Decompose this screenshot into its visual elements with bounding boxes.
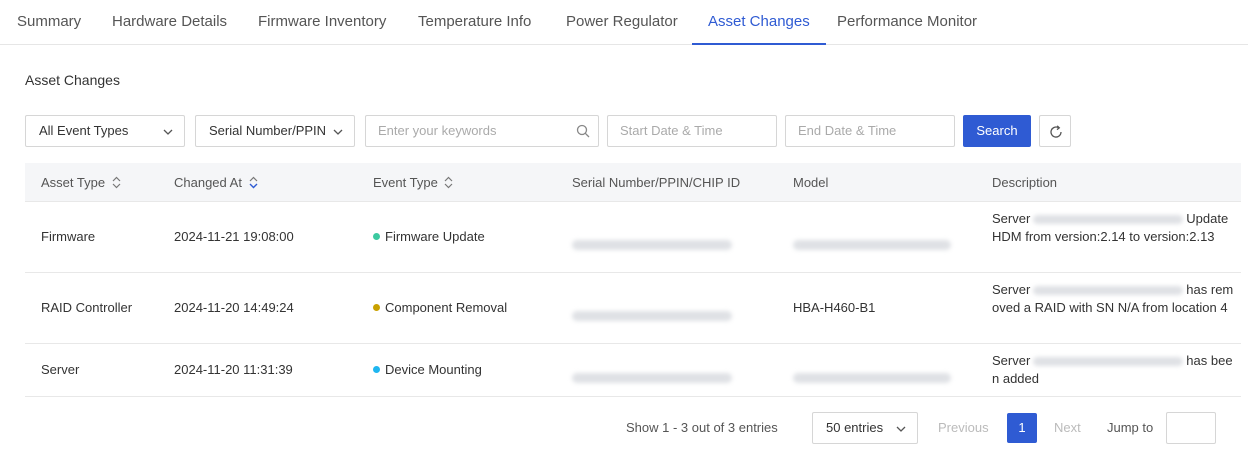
- desc-prefix: Server: [992, 353, 1031, 368]
- next-page-button[interactable]: Next: [1054, 420, 1081, 435]
- col-event-type[interactable]: Event Type: [373, 163, 453, 202]
- start-datetime-placeholder: Start Date & Time: [620, 123, 723, 138]
- chevron-down-icon: [163, 129, 173, 135]
- col-serial: Serial Number/PPIN/CHIP ID: [572, 175, 741, 190]
- table-row: RAID Controller 2024-11-20 14:49:24 Comp…: [25, 273, 1241, 344]
- sort-icon[interactable]: [444, 176, 453, 189]
- desc-prefix: Server: [992, 282, 1031, 297]
- pagination-summary: Show 1 - 3 out of 3 entries: [626, 420, 778, 435]
- tab-firmware-inventory[interactable]: Firmware Inventory: [258, 0, 386, 44]
- event-type-label: Component Removal: [385, 300, 508, 315]
- description-cell: Server Update HDM from version:2.14 to ve…: [992, 210, 1238, 246]
- changed-at-cell: 2024-11-21 19:08:00: [174, 229, 294, 244]
- description-cell: Server has removed a RAID with SN N/A fro…: [992, 281, 1238, 317]
- chevron-down-icon: [333, 129, 343, 135]
- changed-at-cell: 2024-11-20 14:49:24: [174, 300, 294, 315]
- col-event-type-label: Event Type: [373, 175, 438, 190]
- table-header: Asset Type Changed At Event Type Serial …: [25, 163, 1241, 202]
- event-type-label: Firmware Update: [385, 229, 485, 244]
- serial-cell-redacted: [572, 236, 732, 251]
- keyword-search-input[interactable]: Enter your keywords: [365, 115, 599, 147]
- refresh-button[interactable]: [1039, 115, 1071, 147]
- col-asset-type-label: Asset Type: [41, 175, 106, 190]
- redacted-serial: [1033, 286, 1184, 296]
- col-changed-at[interactable]: Changed At: [174, 163, 258, 202]
- keyword-placeholder: Enter your keywords: [378, 123, 497, 138]
- asset-type-cell: Server: [41, 362, 80, 377]
- event-status-dot: [373, 304, 380, 312]
- previous-page-button[interactable]: Previous: [938, 420, 989, 435]
- tab-temperature-info[interactable]: Temperature Info: [418, 0, 531, 44]
- sort-icon[interactable]: [249, 176, 258, 189]
- tab-asset-changes[interactable]: Asset Changes: [692, 0, 826, 45]
- search-button[interactable]: Search: [963, 115, 1031, 147]
- table-row: Server 2024-11-20 11:31:39 Device Mounti…: [25, 344, 1241, 397]
- serial-cell-redacted: [572, 369, 732, 384]
- search-icon: [576, 124, 590, 138]
- model-cell: HBA-H460-B1: [793, 300, 876, 315]
- model-cell-redacted: [793, 236, 951, 251]
- tab-summary[interactable]: Summary: [17, 0, 81, 44]
- col-asset-type[interactable]: Asset Type: [41, 163, 121, 202]
- col-changed-at-label: Changed At: [174, 175, 242, 190]
- col-model: Model: [793, 175, 829, 190]
- model-cell-redacted: [793, 369, 951, 384]
- event-status-dot: [373, 233, 380, 241]
- event-type-value: All Event Types: [39, 123, 129, 138]
- desc-prefix: Server: [992, 211, 1031, 226]
- end-datetime-placeholder: End Date & Time: [798, 123, 897, 138]
- table-row: Firmware 2024-11-21 19:08:00 Firmware Up…: [25, 202, 1241, 273]
- redacted-serial: [1033, 215, 1184, 225]
- event-type-select[interactable]: All Event Types: [25, 115, 185, 147]
- jump-to-label: Jump to: [1107, 420, 1154, 435]
- sort-icon[interactable]: [112, 176, 121, 189]
- serial-cell-redacted: [572, 307, 732, 322]
- tab-performance-monitor[interactable]: Performance Monitor: [837, 0, 977, 44]
- asset-type-cell: RAID Controller: [41, 300, 133, 315]
- changed-at-cell: 2024-11-20 11:31:39: [174, 362, 293, 377]
- page-size-select[interactable]: 50 entries: [812, 412, 918, 444]
- description-cell: Server has been added: [992, 352, 1238, 388]
- asset-type-cell: Firmware: [41, 229, 96, 244]
- jump-to-page-input[interactable]: [1166, 412, 1216, 444]
- tab-hardware-details[interactable]: Hardware Details: [112, 0, 227, 44]
- id-type-select[interactable]: Serial Number/PPIN: [195, 115, 355, 147]
- start-datetime-input[interactable]: Start Date & Time: [607, 115, 777, 147]
- event-type-cell: Component Removal: [373, 300, 507, 315]
- tab-bar: Summary Hardware Details Firmware Invent…: [0, 0, 1248, 45]
- id-type-value: Serial Number/PPIN: [209, 123, 327, 138]
- page-1-button[interactable]: 1: [1007, 413, 1037, 443]
- event-type-cell: Firmware Update: [373, 229, 485, 244]
- page-size-value: 50 entries: [826, 420, 884, 435]
- end-datetime-input[interactable]: End Date & Time: [785, 115, 955, 147]
- section-title: Asset Changes: [25, 72, 120, 88]
- event-status-dot: [373, 366, 380, 374]
- redacted-serial: [1033, 357, 1184, 367]
- event-type-label: Device Mounting: [385, 362, 482, 377]
- event-type-cell: Device Mounting: [373, 362, 482, 377]
- tab-power-regulator[interactable]: Power Regulator: [566, 0, 678, 44]
- chevron-down-icon: [896, 426, 906, 432]
- col-description: Description: [992, 175, 1058, 190]
- refresh-icon: [1050, 125, 1062, 138]
